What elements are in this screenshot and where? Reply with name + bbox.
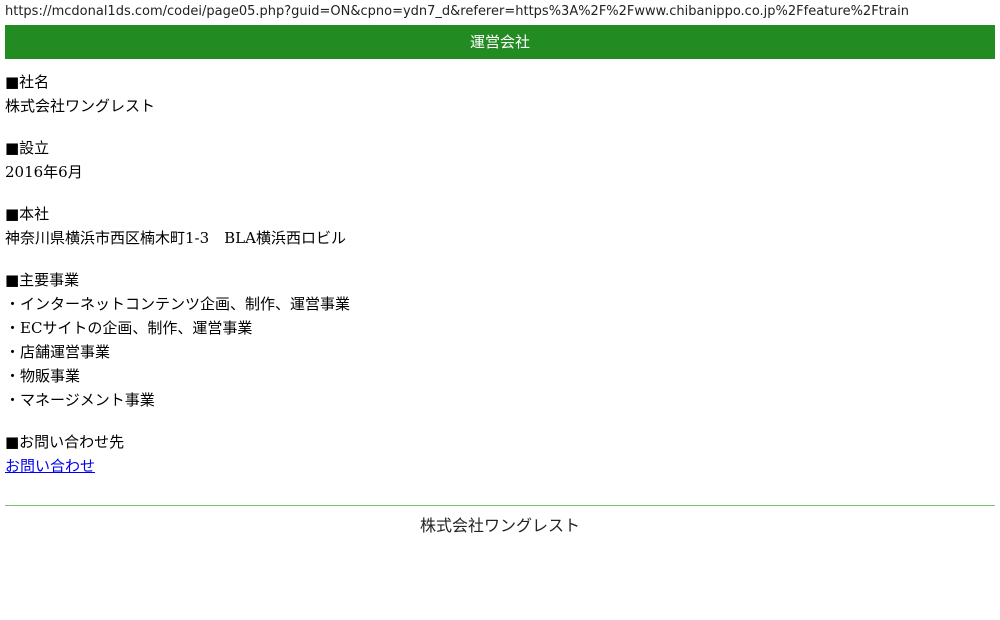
business-item: ・インターネットコンテンツ企画、制作、運営事業 — [5, 295, 351, 313]
footer-divider — [5, 505, 995, 506]
company-info: ■社名 株式会社ワングレスト ■設立 2016年6月 ■本社 神奈川県横浜市西区… — [5, 70, 995, 496]
business-item: ・店舗運営事業 — [5, 343, 111, 361]
page-header: 運営会社 — [5, 25, 995, 59]
headquarters-label: ■本社 — [5, 205, 50, 223]
established-section: ■設立 2016年6月 — [5, 136, 995, 184]
address-url: https://mcdonal1ds.com/codei/page05.php?… — [5, 4, 909, 19]
business-item: ・マネージメント事業 — [5, 391, 155, 409]
headquarters-address: 神奈川県横浜市西区楠木町1-3 BLA横浜西ロビル — [5, 229, 346, 247]
company-name-value: 株式会社ワングレスト — [5, 97, 156, 115]
contact-link[interactable]: お問い合わせ — [5, 457, 95, 475]
established-value: 2016年6月 — [5, 163, 83, 181]
business-label: ■主要事業 — [5, 271, 80, 289]
footer-company-name: 株式会社ワングレスト — [419, 516, 580, 535]
headquarters-section: ■本社 神奈川県横浜市西区楠木町1-3 BLA横浜西ロビル — [5, 202, 995, 250]
company-name-label: ■社名 — [5, 73, 50, 91]
contact-label: ■お問い合わせ先 — [5, 433, 125, 451]
contact-section: ■お問い合わせ先 お問い合わせ — [5, 430, 995, 478]
established-label: ■設立 — [5, 139, 50, 157]
company-name-section: ■社名 株式会社ワングレスト — [5, 70, 995, 118]
business-item: ・物販事業 — [5, 367, 81, 385]
business-item: ・ECサイトの企画、制作、運営事業 — [5, 319, 253, 337]
business-section: ■主要事業 ・インターネットコンテンツ企画、制作、運営事業 ・ECサイトの企画、… — [5, 268, 995, 412]
